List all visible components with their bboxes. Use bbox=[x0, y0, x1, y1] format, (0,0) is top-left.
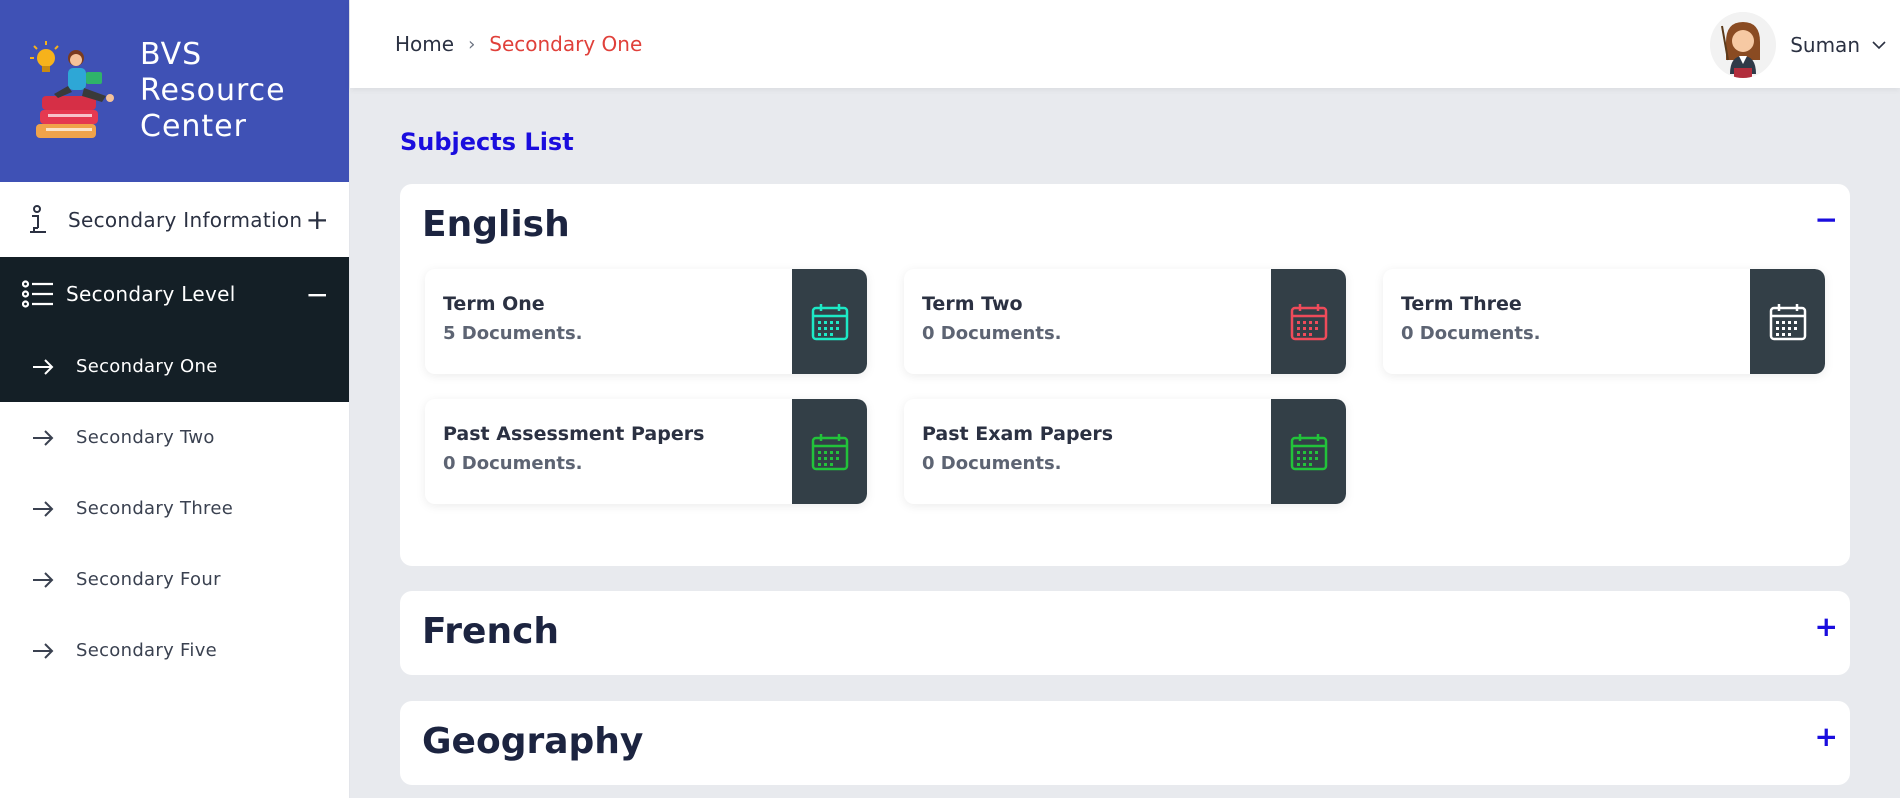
user-name: Suman bbox=[1790, 33, 1860, 57]
main-content: Subjects List English − Term One 5 Docum… bbox=[350, 88, 1900, 798]
breadcrumb-chevron-icon: › bbox=[468, 33, 476, 55]
books-logo-icon bbox=[30, 41, 114, 138]
doc-card-title: Term Three bbox=[1401, 293, 1522, 315]
subject-title[interactable]: Geography bbox=[422, 721, 643, 762]
doc-card-body: Term One 5 Documents. bbox=[425, 269, 792, 374]
sidebar-item-label: Secondary Four bbox=[76, 569, 221, 590]
sidebar-secondary-level[interactable]: Secondary Level − bbox=[0, 257, 349, 331]
subject-title[interactable]: English bbox=[422, 204, 570, 245]
sidebar-item-secondary-two[interactable]: Secondary Two bbox=[0, 402, 349, 473]
arrow-right-icon bbox=[33, 642, 54, 659]
subject-panel-french[interactable]: French + bbox=[400, 591, 1850, 675]
arrow-right-icon bbox=[33, 358, 54, 375]
sidebar-item-label: Secondary Two bbox=[76, 427, 215, 448]
calendar-icon bbox=[1290, 433, 1327, 470]
doc-card-count: 0 Documents. bbox=[922, 453, 1062, 474]
doc-card-past-exam-papers[interactable]: Past Exam Papers 0 Documents. bbox=[904, 399, 1346, 504]
doc-card-term-two[interactable]: Term Two 0 Documents. bbox=[904, 269, 1346, 374]
arrow-right-icon bbox=[33, 500, 54, 517]
doc-card-body: Term Two 0 Documents. bbox=[904, 269, 1271, 374]
doc-card-title: Past Exam Papers bbox=[922, 423, 1114, 445]
calendar-icon bbox=[811, 433, 848, 470]
doc-card-body: Term Three 0 Documents. bbox=[1383, 269, 1750, 374]
arrow-right-icon bbox=[33, 429, 54, 446]
doc-card-count: 5 Documents. bbox=[443, 323, 583, 344]
sidebar-secondary-information[interactable]: Secondary Information + bbox=[0, 182, 349, 257]
doc-card-count: 0 Documents. bbox=[1401, 323, 1541, 344]
avatar bbox=[1710, 12, 1777, 78]
collapse-minus-icon[interactable]: − bbox=[306, 278, 329, 311]
breadcrumb-current: Secondary One bbox=[489, 32, 643, 56]
subject-panel-geography[interactable]: Geography + bbox=[400, 701, 1850, 785]
doc-card-count: 0 Documents. bbox=[443, 453, 583, 474]
breadcrumb: Home › Secondary One bbox=[395, 32, 642, 56]
doc-card-title: Past Assessment Papers bbox=[443, 423, 705, 445]
subject-title[interactable]: French bbox=[422, 611, 559, 652]
sidebar: BVS Resource Center Secondary Informatio… bbox=[0, 0, 350, 798]
arrow-right-icon bbox=[33, 571, 54, 588]
calendar-icon bbox=[1290, 303, 1327, 340]
doc-card-icon-box bbox=[1271, 269, 1346, 374]
doc-card-body: Past Assessment Papers 0 Documents. bbox=[425, 399, 792, 504]
doc-card-icon-box bbox=[1271, 399, 1346, 504]
sidebar-item-label: Secondary Five bbox=[76, 640, 218, 661]
brand-header[interactable]: BVS Resource Center bbox=[0, 0, 349, 182]
expand-plus-icon[interactable]: + bbox=[1815, 613, 1838, 641]
sidebar-item-label: Secondary One bbox=[76, 356, 218, 377]
sidebar-info-label: Secondary Information bbox=[68, 207, 303, 232]
chevron-down-icon[interactable] bbox=[1872, 40, 1886, 50]
doc-card-icon-box bbox=[792, 399, 867, 504]
doc-card-body: Past Exam Papers 0 Documents. bbox=[904, 399, 1271, 504]
sidebar-item-secondary-three[interactable]: Secondary Three bbox=[0, 473, 349, 544]
info-icon bbox=[30, 204, 46, 233]
sidebar-item-label: Secondary Three bbox=[76, 498, 234, 519]
sidebar-level-label: Secondary Level bbox=[66, 282, 236, 306]
expand-plus-icon[interactable]: + bbox=[306, 203, 329, 236]
doc-card-past-assessment-papers[interactable]: Past Assessment Papers 0 Documents. bbox=[425, 399, 867, 504]
doc-card-title: Term Two bbox=[922, 293, 1023, 315]
page-title: Subjects List bbox=[400, 128, 574, 156]
sidebar-item-secondary-five[interactable]: Secondary Five bbox=[0, 615, 349, 686]
doc-card-term-three[interactable]: Term Three 0 Documents. bbox=[1383, 269, 1825, 374]
doc-card-term-one[interactable]: Term One 5 Documents. bbox=[425, 269, 867, 374]
sidebar-item-secondary-four[interactable]: Secondary Four bbox=[0, 544, 349, 615]
breadcrumb-home[interactable]: Home bbox=[395, 32, 454, 56]
doc-card-count: 0 Documents. bbox=[922, 323, 1062, 344]
calendar-icon bbox=[1769, 303, 1806, 340]
expand-plus-icon[interactable]: + bbox=[1815, 723, 1838, 751]
doc-card-icon-box bbox=[1750, 269, 1825, 374]
doc-card-title: Term One bbox=[443, 293, 545, 315]
brand-title: BVS Resource Center bbox=[140, 37, 286, 144]
calendar-icon bbox=[811, 303, 848, 340]
user-menu[interactable]: Suman bbox=[1710, 12, 1886, 78]
sidebar-item-secondary-one[interactable]: Secondary One bbox=[0, 331, 349, 402]
top-header: Home › Secondary One Suman bbox=[350, 0, 1900, 88]
doc-card-icon-box bbox=[792, 269, 867, 374]
subject-panel-english: English − Term One 5 Documents. Term Two… bbox=[400, 184, 1850, 566]
collapse-minus-icon[interactable]: − bbox=[1815, 206, 1838, 234]
list-icon bbox=[22, 280, 53, 308]
